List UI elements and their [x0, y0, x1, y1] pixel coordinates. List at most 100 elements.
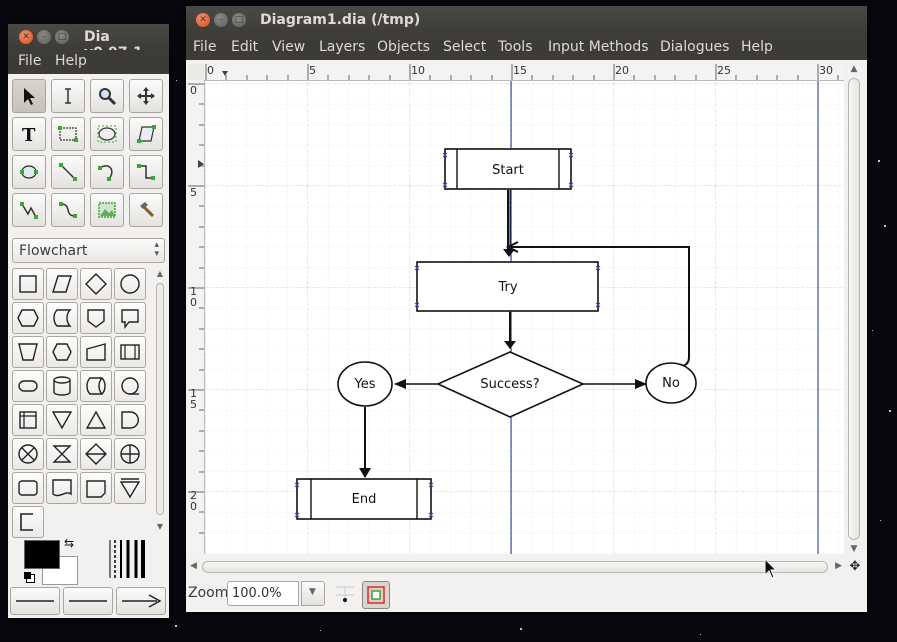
bezierline-tool[interactable] — [51, 193, 85, 227]
polygon-tool[interactable] — [129, 117, 163, 151]
line-width-selector[interactable] — [106, 540, 150, 578]
color-selector[interactable]: ⇆ — [22, 536, 78, 585]
menu-help[interactable]: Help — [55, 53, 87, 69]
shape-annotation[interactable] — [12, 506, 44, 538]
shape-card[interactable] — [80, 472, 112, 504]
line-tool[interactable] — [51, 155, 85, 189]
shape-sort[interactable] — [80, 438, 112, 470]
minimize-button[interactable]: – — [37, 30, 51, 44]
shape-stored-data[interactable] — [46, 302, 78, 334]
scroll-left-icon[interactable]: ◀ — [190, 561, 197, 571]
menu-file[interactable]: File — [18, 53, 41, 69]
shape-manual-operation[interactable] — [12, 336, 44, 368]
default-colors-icon[interactable] — [24, 572, 31, 579]
shape-connector[interactable] — [114, 268, 146, 300]
shape-data[interactable] — [46, 268, 78, 300]
menu-file[interactable]: File — [193, 39, 216, 55]
shape-decision[interactable] — [80, 268, 112, 300]
text-t-icon: T — [22, 125, 36, 144]
vertical-scroll-thumb[interactable] — [848, 78, 860, 540]
magnify-tool[interactable] — [90, 79, 124, 113]
swap-colors-icon[interactable]: ⇆ — [64, 536, 74, 550]
shape-direct-data[interactable] — [80, 370, 112, 402]
text-edit-tool[interactable] — [51, 79, 85, 113]
start-arrow-style-button[interactable] — [10, 587, 60, 615]
diagram-titlebar[interactable]: ✕ – □ Diagram1.dia (/tmp) — [186, 6, 867, 36]
zoom-input[interactable] — [227, 581, 299, 606]
snap-to-grid-toggle[interactable] — [332, 582, 358, 608]
toolbox-window: ✕ – □ Dia v0.97.1 File Help T — [8, 24, 169, 618]
bezierline-icon — [59, 202, 77, 218]
zigzag-line-tool[interactable] — [129, 155, 163, 189]
menu-edit[interactable]: Edit — [231, 39, 258, 55]
shape-collate[interactable] — [46, 438, 78, 470]
menu-help[interactable]: Help — [741, 39, 773, 55]
shape-manual-input[interactable] — [80, 336, 112, 368]
beziergon-tool[interactable] — [12, 155, 46, 189]
shape-document[interactable] — [46, 472, 78, 504]
close-button[interactable]: ✕ — [196, 13, 210, 27]
vertical-scrollbar[interactable]: ▲ ▼ — [846, 64, 862, 554]
image-tool[interactable] — [90, 193, 124, 227]
shape-predefined-process[interactable] — [114, 336, 146, 368]
horizontal-scroll-thumb[interactable] — [202, 561, 828, 573]
shape-rounded-box[interactable] — [12, 472, 44, 504]
zoom-label: Zoom — [188, 585, 229, 601]
scroll-tool[interactable] — [129, 79, 163, 113]
zoom-dropdown-button[interactable]: ▼ — [301, 581, 325, 606]
maximize-button[interactable]: □ — [232, 13, 246, 27]
shape-terminal[interactable] — [12, 370, 44, 402]
shape-preparation[interactable] — [12, 302, 44, 334]
menu-layers[interactable]: Layers — [319, 39, 365, 55]
snap-to-objects-toggle[interactable] — [362, 581, 390, 609]
outline-tool[interactable] — [129, 193, 163, 227]
shape-display[interactable] — [46, 336, 78, 368]
diamond-icon — [85, 273, 107, 295]
shape-magnetic-disk[interactable] — [46, 370, 78, 402]
text-tool[interactable]: T — [12, 117, 46, 151]
menu-select[interactable]: Select — [443, 39, 486, 55]
arc-tool[interactable] — [90, 155, 124, 189]
ellipse-tool[interactable] — [90, 117, 124, 151]
line-style-button[interactable] — [63, 587, 113, 615]
shape-sequential-data[interactable] — [114, 370, 146, 402]
shape-merge[interactable] — [46, 404, 78, 436]
menu-objects[interactable]: Objects — [377, 39, 430, 55]
menu-input-methods[interactable]: Input Methods — [548, 39, 649, 55]
zoom-combobox[interactable]: ▼ — [227, 581, 327, 606]
shape-summing-junction[interactable] — [12, 438, 44, 470]
shape-or[interactable] — [114, 438, 146, 470]
pointer-tool[interactable] — [12, 79, 46, 113]
terminal-icon — [18, 380, 38, 392]
shape-offpage[interactable] — [80, 302, 112, 334]
shape-transport[interactable] — [114, 472, 146, 504]
menu-view[interactable]: View — [272, 39, 305, 55]
scroll-right-icon[interactable]: ▶ — [835, 561, 842, 571]
navigate-icon[interactable]: ✥ — [847, 559, 863, 575]
toolbox-titlebar[interactable]: ✕ – □ Dia v0.97.1 — [8, 24, 169, 61]
maximize-button[interactable]: □ — [55, 30, 69, 44]
line-widths-icon — [109, 540, 145, 578]
box-tool[interactable] — [51, 117, 85, 151]
diagram-canvas[interactable]: Start Try Success? Yes No End — [205, 81, 844, 554]
scroll-up-icon[interactable]: ▲ — [846, 64, 862, 74]
palette-scrollbar[interactable]: ▲ ▼ — [155, 269, 165, 531]
sheet-selector[interactable]: Flowchart ▴ ▾ — [12, 238, 165, 263]
internal-storage-icon — [19, 411, 37, 429]
close-button[interactable]: ✕ — [19, 30, 33, 44]
hammer-icon — [140, 202, 155, 218]
menu-tools[interactable]: Tools — [498, 39, 533, 55]
shape-delay[interactable] — [114, 404, 146, 436]
scroll-down-icon[interactable]: ▼ — [846, 544, 862, 554]
shape-box[interactable] — [12, 268, 44, 300]
foreground-color-swatch[interactable] — [24, 540, 60, 569]
shape-comment[interactable] — [114, 302, 146, 334]
end-arrow-style-button[interactable] — [116, 587, 166, 615]
shape-internal-storage[interactable] — [12, 404, 44, 436]
minimize-button[interactable]: – — [214, 13, 228, 27]
palette-scroll-thumb[interactable] — [156, 283, 164, 515]
menu-dialogues[interactable]: Dialogues — [660, 39, 729, 55]
shape-extract[interactable] — [80, 404, 112, 436]
polyline-tool[interactable] — [12, 193, 46, 227]
horizontal-scrollbar[interactable]: ◀ ▶ — [188, 559, 844, 575]
